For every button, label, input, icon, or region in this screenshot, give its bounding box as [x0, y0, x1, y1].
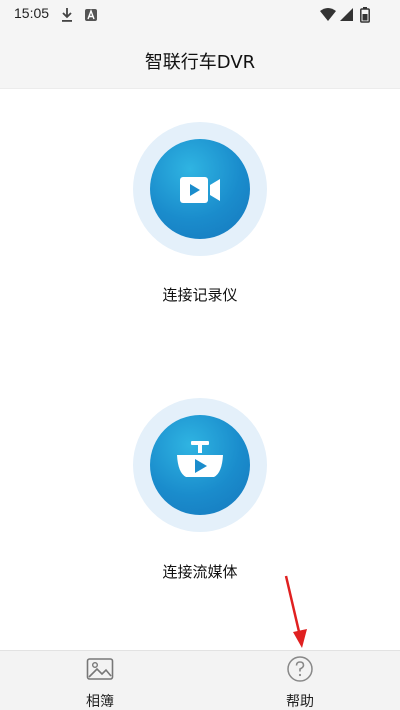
- signal-icon: [340, 7, 354, 26]
- bottom-nav: 相簿 帮助: [0, 650, 400, 710]
- download-icon: [60, 7, 74, 27]
- nav-label-album: 相簿: [86, 694, 114, 710]
- nav-label-help: 帮助: [286, 694, 314, 710]
- connect-stream-button[interactable]: [133, 398, 267, 532]
- a-badge-icon: [84, 7, 98, 26]
- connect-recorder-label[interactable]: 连接记录仪: [0, 284, 400, 305]
- battery-icon: [360, 7, 370, 27]
- help-icon: [287, 656, 313, 682]
- nav-item-album[interactable]: 相簿: [0, 651, 200, 710]
- wifi-icon: [320, 7, 336, 26]
- annotation-arrow: [284, 575, 307, 648]
- video-camera-icon: [180, 177, 220, 203]
- connect-stream-label[interactable]: 连接流媒体: [0, 561, 400, 582]
- app-header: 智联行车DVR: [0, 30, 400, 89]
- nav-item-help[interactable]: 帮助: [200, 651, 400, 710]
- page-title: 智联行车DVR: [144, 52, 256, 73]
- rearview-mirror-icon: [177, 441, 223, 477]
- status-time: 15:05: [14, 5, 50, 21]
- app-screen: 15:05 智联行车DVR 连接记录仪 连接流媒体 相簿 帮助: [0, 0, 400, 710]
- connect-recorder-button[interactable]: [133, 122, 267, 256]
- album-icon: [86, 658, 114, 680]
- status-bar: 15:05: [0, 0, 400, 30]
